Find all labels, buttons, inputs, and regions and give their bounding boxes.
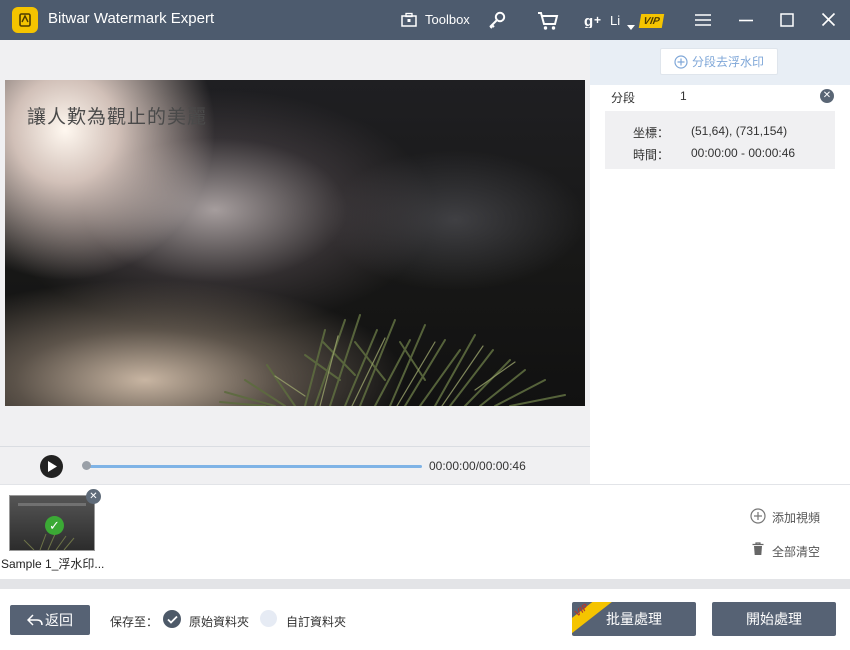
player-divider xyxy=(0,446,590,447)
add-segment-label: 分段去浮水印 xyxy=(691,55,764,69)
coords-value: (51,64), (731,154) xyxy=(691,124,788,138)
segment-index: 1 xyxy=(680,89,687,103)
add-video-button[interactable]: 添加視頻 xyxy=(772,509,820,526)
time-value: 00:00:00 - 00:00:46 xyxy=(691,146,796,160)
close-icon[interactable] xyxy=(821,12,836,32)
back-button[interactable]: 返回 xyxy=(10,605,90,635)
time-readout: 00:00:00/00:00:46 xyxy=(429,459,526,473)
segment-label: 分段 xyxy=(611,91,636,105)
play-icon xyxy=(47,461,57,472)
start-process-button[interactable]: 開始處理 xyxy=(712,602,836,636)
play-button[interactable] xyxy=(40,455,63,478)
video-preview[interactable]: 讓人歎為觀止的美麗 xyxy=(5,80,585,406)
toolbox-button[interactable]: Toolbox xyxy=(425,12,470,27)
remove-file-icon[interactable]: ✕ xyxy=(86,489,101,504)
radio-check-icon xyxy=(166,615,178,624)
progress-bar[interactable] xyxy=(86,465,422,468)
toolbox-icon[interactable] xyxy=(400,11,418,34)
radio-original-label[interactable]: 原始資料夾 xyxy=(189,613,249,630)
add-video-icon[interactable] xyxy=(750,508,766,529)
cart-icon[interactable] xyxy=(537,11,559,36)
clear-all-button[interactable]: 全部清空 xyxy=(772,543,820,560)
key-icon[interactable] xyxy=(487,10,507,35)
checkmark-icon: ✓ xyxy=(45,516,64,535)
minimize-icon[interactable] xyxy=(738,13,754,32)
strip-divider xyxy=(0,484,850,485)
footer-separator xyxy=(0,579,850,589)
menu-icon[interactable] xyxy=(694,13,712,32)
add-segment-button[interactable]: 分段去浮水印 xyxy=(660,48,778,75)
thumb-text-line xyxy=(18,503,86,506)
coords-key: 坐標： xyxy=(633,126,670,140)
radio-original-folder[interactable] xyxy=(163,610,181,628)
add-circle-icon xyxy=(674,54,688,69)
segments-pane xyxy=(590,40,850,485)
radio-custom-folder[interactable] xyxy=(260,610,277,627)
trash-icon[interactable] xyxy=(752,542,764,561)
user-name[interactable]: Li xyxy=(610,13,620,28)
svg-text:+: + xyxy=(594,13,601,27)
app-title: Bitwar Watermark Expert xyxy=(48,10,215,27)
watermark-text: 讓人歎為觀止的美麗 xyxy=(27,106,208,128)
back-label: 返回 xyxy=(45,612,73,628)
back-arrow-icon xyxy=(27,614,43,626)
progress-handle[interactable] xyxy=(82,461,91,470)
file-name: Sample 1_浮水印... xyxy=(1,557,105,571)
svg-text:g: g xyxy=(584,13,593,28)
batch-label: 批量處理 xyxy=(606,611,662,627)
vip-badge-text: VIP xyxy=(642,15,661,27)
vip-badge: VIP xyxy=(638,14,665,28)
time-key: 時間： xyxy=(633,148,670,162)
start-label: 開始處理 xyxy=(746,611,802,627)
radio-custom-label[interactable]: 自訂資料夾 xyxy=(286,613,346,630)
google-plus-icon[interactable]: g + xyxy=(584,12,604,33)
save-to-label: 保存至： xyxy=(110,615,159,629)
app-logo-icon xyxy=(12,7,38,33)
dropdown-caret-icon[interactable] xyxy=(627,18,635,36)
maximize-icon[interactable] xyxy=(780,13,794,32)
batch-process-button[interactable]: VIP 批量處理 xyxy=(572,602,696,636)
segment-remove-icon[interactable]: ✕ xyxy=(820,89,834,103)
